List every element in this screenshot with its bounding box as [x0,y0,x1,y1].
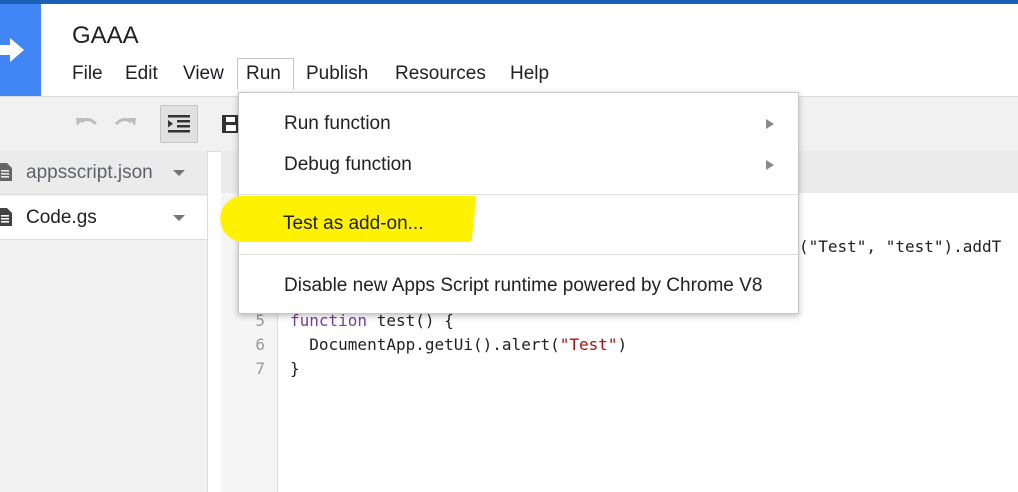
project-title[interactable]: GAAA [72,22,139,50]
code-text: ) [617,335,628,354]
menu-resources[interactable]: Resources [387,58,494,90]
arrow-right-icon [0,38,24,62]
menu-publish[interactable]: Publish [298,58,376,90]
file-name: Code.gs [26,206,97,228]
app-logo[interactable] [0,4,41,96]
code-string: "Test" [559,335,618,354]
menu-view[interactable]: View [175,58,232,90]
code-line-3: ("Test", "test").addT [799,237,1001,256]
menu-item-label: Run function [284,113,391,134]
code-line-7: } [290,359,300,378]
redo-icon [114,117,136,126]
line-number: 7 [255,359,265,378]
undo-button[interactable] [68,105,106,143]
menu-item-label: Test as add-on... [283,213,424,234]
menu-help[interactable]: Help [502,58,557,90]
menu-item-label: Disable new Apps Script runtime powered … [284,275,763,296]
file-name: appsscript.json [26,161,153,183]
indent-icon [168,115,190,133]
code-text: DocumentApp.getUi().alert( [290,335,560,354]
submenu-arrow-icon [766,160,774,170]
document-icon [0,163,12,181]
line-number: 6 [255,335,265,354]
menu-edit[interactable]: Edit [117,58,166,90]
undo-icon [76,117,98,126]
code-text: ("Test", "test").addT [799,237,1002,256]
top-border [0,0,1018,4]
menu-divider [239,194,798,195]
file-item[interactable]: appsscript.json [0,151,207,195]
menu-item-label: Debug function [284,154,412,175]
redo-button[interactable] [106,105,144,143]
document-icon [0,208,12,226]
chevron-down-icon[interactable] [173,170,185,176]
disable-v8-runtime-item[interactable]: Disable new Apps Script runtime powered … [239,275,798,297]
indent-button[interactable] [160,105,198,143]
code-text: } [290,359,300,378]
run-function-item[interactable]: Run function [239,113,798,135]
menu-file[interactable]: File [64,58,111,90]
file-sidebar: appsscript.json Code.gs [0,151,208,492]
test-as-addon-item[interactable]: Test as add-on... [238,213,797,235]
code-line-6: DocumentApp.getUi().alert("Test") [290,335,627,354]
chevron-down-icon[interactable] [173,215,185,221]
submenu-arrow-icon [766,119,774,129]
menu-run[interactable]: Run [237,58,294,90]
menu-divider [239,254,798,255]
debug-function-item[interactable]: Debug function [239,154,798,176]
file-item[interactable]: Code.gs [0,196,207,240]
